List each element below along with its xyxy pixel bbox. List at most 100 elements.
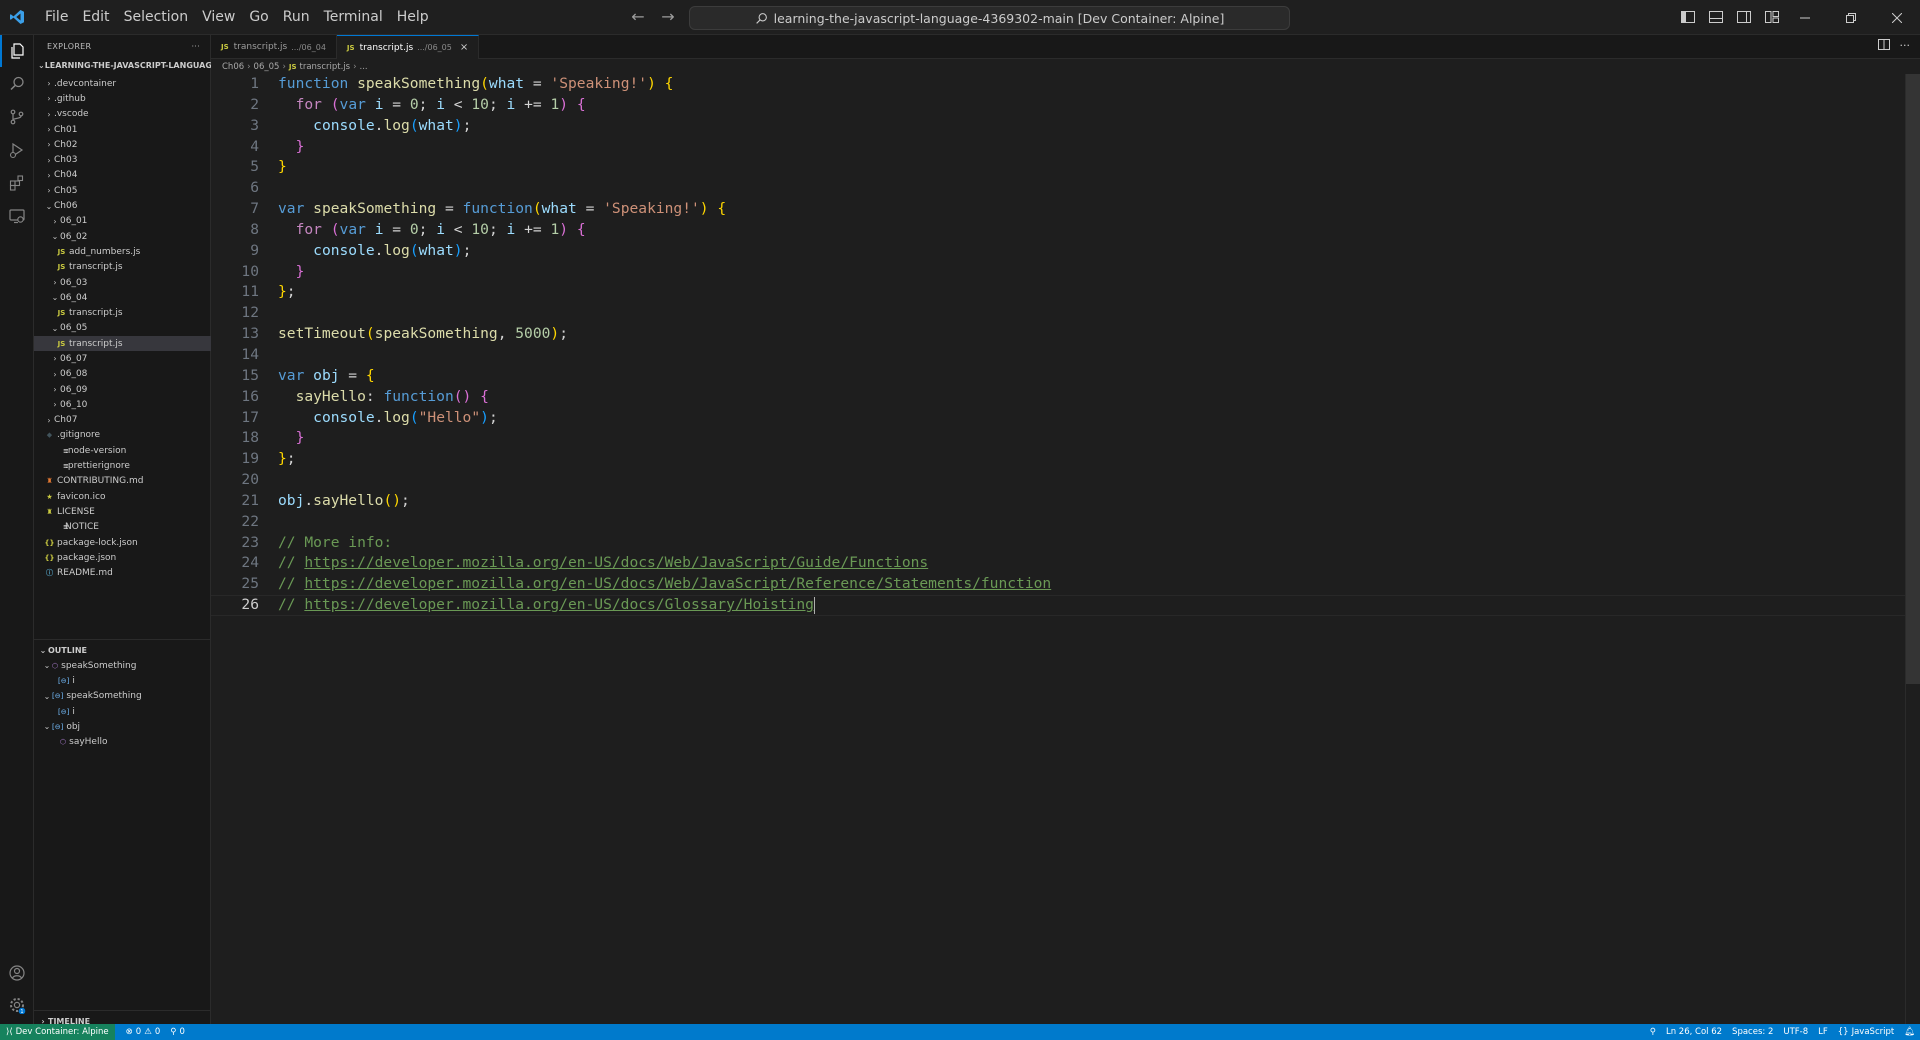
split-editor-icon[interactable]: [1877, 39, 1890, 53]
outline-item-speaksomething-fn[interactable]: ⌄ ⬡ speakSomething: [34, 658, 211, 673]
tree-file-prettierignore[interactable]: ≡ .prettierignore: [34, 458, 211, 473]
menu-run[interactable]: Run: [276, 5, 317, 29]
comment-link[interactable]: https://developer.mozilla.org/en-US/docs…: [304, 554, 928, 571]
more-actions-icon[interactable]: ···: [1900, 39, 1911, 53]
tree-folder-ch04[interactable]: › Ch04: [34, 168, 211, 183]
outline-item-i[interactable]: [⊖] i: [34, 704, 211, 719]
menu-view[interactable]: View: [195, 5, 242, 29]
line-number: 22: [241, 512, 259, 530]
back-arrow-icon[interactable]: ←: [628, 6, 648, 28]
menu-selection[interactable]: Selection: [117, 5, 196, 29]
editor-scrollbar[interactable]: [1906, 74, 1920, 1024]
tree-item-label: NOTICE: [65, 522, 99, 533]
toggle-panel-icon[interactable]: [1706, 7, 1726, 27]
outline-header[interactable]: ⌄ OUTLINE: [34, 642, 211, 658]
chevron-down-icon: ⌄: [39, 645, 47, 655]
minimize-window-icon[interactable]: [1782, 0, 1828, 35]
outline-item-speaksomething-var[interactable]: ⌄ [⊖] speakSomething: [34, 689, 211, 704]
manage-gear-icon[interactable]: 1: [0, 989, 34, 1021]
tree-file-transcript-06-02[interactable]: JS transcript.js: [34, 260, 211, 275]
tab-transcript-06-04[interactable]: JS transcript.js .../06_04: [211, 35, 337, 59]
tree-folder-06-07[interactable]: › 06_07: [34, 351, 211, 366]
tree-file-gitignore[interactable]: ◆ .gitignore: [34, 428, 211, 443]
tab-transcript-06-05[interactable]: JS transcript.js .../06_05 ×: [336, 35, 480, 59]
scrollbar-thumb[interactable]: [1906, 74, 1920, 684]
cursor-position[interactable]: Ln 26, Col 62: [1661, 1027, 1727, 1037]
problems-indicator[interactable]: ⊗ 0 ⚠ 0: [121, 1027, 166, 1037]
tree-file-package-lock[interactable]: {} package-lock.json: [34, 535, 211, 550]
tree-folder-06-10[interactable]: › 06_10: [34, 397, 211, 412]
tree-folder-ch03[interactable]: › Ch03: [34, 152, 211, 167]
tree-file-readme[interactable]: ⓘ README.md: [34, 566, 211, 581]
tree-folder-devcontainer[interactable]: › .devcontainer: [34, 76, 211, 91]
tree-folder-github[interactable]: › .github: [34, 91, 211, 106]
close-tab-icon[interactable]: ×: [460, 42, 468, 53]
comment-link[interactable]: https://developer.mozilla.org/en-US/docs…: [304, 575, 1051, 592]
tree-folder-06-09[interactable]: › 06_09: [34, 382, 211, 397]
menu-go[interactable]: Go: [242, 5, 275, 29]
breadcrumb-item[interactable]: 06_05: [254, 62, 280, 72]
tree-file-license[interactable]: ♜ LICENSE: [34, 504, 211, 519]
tree-file-favicon[interactable]: ★ favicon.ico: [34, 489, 211, 504]
tree-folder-vscode[interactable]: › .vscode: [34, 107, 211, 122]
tree-folder-ch06[interactable]: ⌄ Ch06: [34, 198, 211, 213]
menu-help[interactable]: Help: [390, 5, 436, 29]
comment-link[interactable]: https://developer.mozilla.org/en-US/docs…: [304, 596, 814, 613]
workspace-root[interactable]: ⌄ LEARNING-THE-JAVASCRIPT-LANGUAGE-4...: [34, 57, 211, 73]
tree-folder-ch05[interactable]: › Ch05: [34, 183, 211, 198]
chevron-down-icon: ⌄: [38, 60, 45, 70]
tree-folder-ch07[interactable]: › Ch07: [34, 413, 211, 428]
tree-file-notice[interactable]: ≡ NOTICE: [34, 520, 211, 535]
restore-window-icon[interactable]: [1828, 0, 1874, 35]
breadcrumb-item[interactable]: transcript.js: [300, 62, 351, 72]
outline-item-obj[interactable]: ⌄ [⊖] obj: [34, 719, 211, 734]
source-control-icon[interactable]: [0, 101, 34, 133]
tree-folder-ch01[interactable]: › Ch01: [34, 122, 211, 137]
tree-folder-06-04[interactable]: ⌄ 06_04: [34, 290, 211, 305]
search-icon[interactable]: [0, 68, 34, 100]
error-count: 0: [135, 1027, 142, 1037]
breadcrumb-item[interactable]: ...: [360, 62, 368, 72]
tree-file-transcript-06-04[interactable]: JS transcript.js: [34, 305, 211, 320]
tree-folder-06-08[interactable]: › 06_08: [34, 367, 211, 382]
close-window-icon[interactable]: [1874, 0, 1920, 35]
toggle-primary-sidebar-icon[interactable]: [1678, 7, 1698, 27]
tree-folder-06-03[interactable]: › 06_03: [34, 275, 211, 290]
command-center-search[interactable]: learning-the-javascript-language-4369302…: [689, 6, 1290, 30]
forward-arrow-icon[interactable]: →: [658, 6, 678, 28]
outline-item-sayhello[interactable]: ⬡ sayHello: [34, 734, 211, 749]
tree-folder-06-05[interactable]: ⌄ 06_05: [34, 321, 211, 336]
remote-indicator[interactable]: ⟩⟨ Dev Container: Alpine: [0, 1024, 115, 1040]
explorer-icon[interactable]: [0, 35, 34, 67]
breadcrumb-item[interactable]: Ch06: [222, 62, 244, 72]
tree-folder-06-02[interactable]: ⌄ 06_02: [34, 229, 211, 244]
run-debug-icon[interactable]: [0, 134, 34, 166]
encoding[interactable]: UTF-8: [1778, 1027, 1813, 1037]
menu-edit[interactable]: Edit: [75, 5, 116, 29]
tree-file-node-version[interactable]: ≡ .node-version: [34, 443, 211, 458]
tree-file-transcript-06-05[interactable]: JS transcript.js: [34, 336, 211, 352]
zoom-icon[interactable]: ⚲: [1645, 1027, 1661, 1037]
customize-layout-icon[interactable]: [1762, 7, 1782, 27]
extensions-icon[interactable]: [0, 167, 34, 199]
tree-folder-06-01[interactable]: › 06_01: [34, 214, 211, 229]
tree-folder-ch02[interactable]: › Ch02: [34, 137, 211, 152]
ports-indicator[interactable]: ⚲ 0: [165, 1027, 190, 1037]
code-editor[interactable]: 1 function speakSomething(what = 'Speakin…: [211, 74, 1906, 1024]
remote-explorer-icon[interactable]: [0, 200, 34, 232]
language-mode[interactable]: {} JavaScript: [1833, 1027, 1899, 1037]
notifications-bell-icon[interactable]: 🔔︎: [1899, 1027, 1920, 1037]
indentation[interactable]: Spaces: 2: [1727, 1027, 1778, 1037]
end-of-line[interactable]: LF: [1813, 1027, 1833, 1037]
menu-file[interactable]: File: [38, 5, 75, 29]
line-number: 17: [241, 408, 259, 426]
tree-file-contributing[interactable]: ♜ CONTRIBUTING.md: [34, 474, 211, 489]
outline-item-i[interactable]: [⊖] i: [34, 673, 211, 688]
toggle-secondary-sidebar-icon[interactable]: [1734, 7, 1754, 27]
tree-file-package[interactable]: {} package.json: [34, 550, 211, 565]
menu-terminal[interactable]: Terminal: [317, 5, 390, 29]
accounts-icon[interactable]: [0, 957, 34, 989]
javascript-file-icon: JS: [288, 62, 297, 71]
tree-file-add-numbers[interactable]: JS add_numbers.js: [34, 244, 211, 259]
more-actions-icon[interactable]: ···: [191, 42, 200, 51]
